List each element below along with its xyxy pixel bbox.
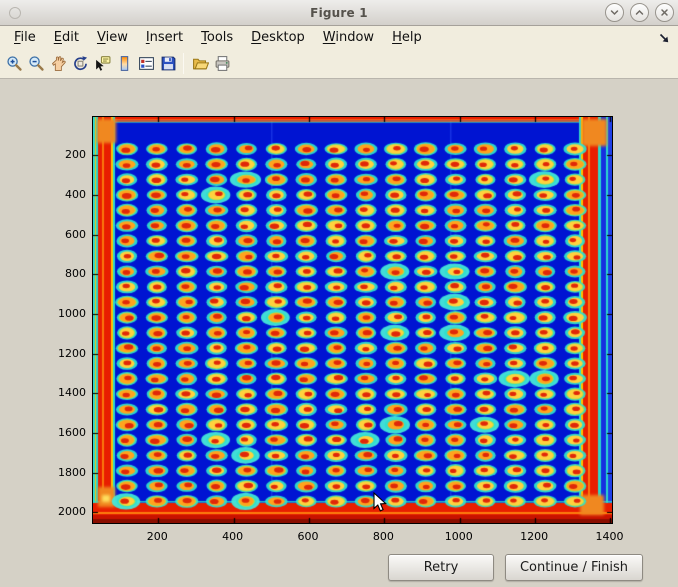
toolbar-separator xyxy=(183,53,184,74)
menu-desktop[interactable]: Desktop xyxy=(242,28,314,47)
pan-button[interactable] xyxy=(47,52,69,75)
chevron-up-icon xyxy=(634,7,645,18)
close-icon xyxy=(659,7,670,18)
insert-colorbar-button[interactable] xyxy=(113,52,135,75)
print-figure-icon xyxy=(214,55,231,72)
menu-view[interactable]: View xyxy=(88,28,137,47)
x-tick-label: 200 xyxy=(135,530,179,544)
y-tick-label: 400 xyxy=(38,188,86,202)
data-cursor-icon xyxy=(94,55,111,72)
menu-help[interactable]: Help xyxy=(383,28,431,47)
insert-colorbar-icon xyxy=(116,55,133,72)
window-controls xyxy=(599,3,674,22)
pan-icon xyxy=(50,55,67,72)
menu-window[interactable]: Window xyxy=(314,28,383,47)
insert-legend-icon xyxy=(138,55,155,72)
window-title: Figure 1 xyxy=(310,6,368,20)
print-figure-button[interactable] xyxy=(211,52,233,75)
open-file-button[interactable] xyxy=(189,52,211,75)
toolbar xyxy=(0,48,678,79)
plate-image[interactable] xyxy=(93,117,612,523)
zoom-in-button[interactable] xyxy=(3,52,25,75)
minimize-button[interactable] xyxy=(605,3,624,22)
menu-edit[interactable]: Edit xyxy=(45,28,88,47)
plot-axes[interactable] xyxy=(92,116,613,524)
retry-button[interactable]: Retry xyxy=(388,554,494,581)
y-tick-label: 200 xyxy=(38,148,86,162)
save-figure-icon xyxy=(160,55,177,72)
menu-insert[interactable]: Insert xyxy=(137,28,192,47)
chevron-down-icon xyxy=(609,7,620,18)
y-tick-label: 1800 xyxy=(38,466,86,480)
figure-canvas-area: Retry Continue / Finish 200 400 600 800 1000… xyxy=(0,79,678,587)
x-tick-label: 1000 xyxy=(437,530,481,544)
zoom-out-button[interactable] xyxy=(25,52,47,75)
close-button[interactable] xyxy=(655,3,674,22)
maximize-button[interactable] xyxy=(630,3,649,22)
x-tick-label: 1200 xyxy=(512,530,556,544)
insert-legend-button[interactable] xyxy=(135,52,157,75)
y-tick-label: 1000 xyxy=(38,307,86,321)
save-figure-button[interactable] xyxy=(157,52,179,75)
y-tick-label: 1600 xyxy=(38,426,86,440)
figure-window: Figure 1 FileEditViewInsertToolsDesktopW… xyxy=(0,0,678,587)
data-cursor-button[interactable] xyxy=(91,52,113,75)
continue-finish-button[interactable]: Continue / Finish xyxy=(505,554,643,581)
open-file-icon xyxy=(192,55,209,72)
window-menu-icon[interactable] xyxy=(9,7,21,19)
menubar: FileEditViewInsertToolsDesktopWindowHelp xyxy=(0,26,678,48)
y-tick-label: 1200 xyxy=(38,347,86,361)
dock-figure-icon[interactable] xyxy=(658,30,671,43)
menu-items: FileEditViewInsertToolsDesktopWindowHelp xyxy=(5,28,431,47)
y-tick-label: 600 xyxy=(38,228,86,242)
x-tick-label: 1400 xyxy=(587,530,631,544)
zoom-in-icon xyxy=(6,55,23,72)
menu-tools[interactable]: Tools xyxy=(192,28,242,47)
y-tick-label: 800 xyxy=(38,267,86,281)
rotate-3d-button[interactable] xyxy=(69,52,91,75)
x-tick-label: 400 xyxy=(211,530,255,544)
titlebar[interactable]: Figure 1 xyxy=(0,0,678,26)
rotate-3d-icon xyxy=(72,55,89,72)
x-tick-label: 800 xyxy=(361,530,405,544)
y-tick-label: 2000 xyxy=(38,505,86,519)
y-tick-label: 1400 xyxy=(38,386,86,400)
menu-file[interactable]: File xyxy=(5,28,45,47)
x-tick-label: 600 xyxy=(286,530,330,544)
zoom-out-icon xyxy=(28,55,45,72)
